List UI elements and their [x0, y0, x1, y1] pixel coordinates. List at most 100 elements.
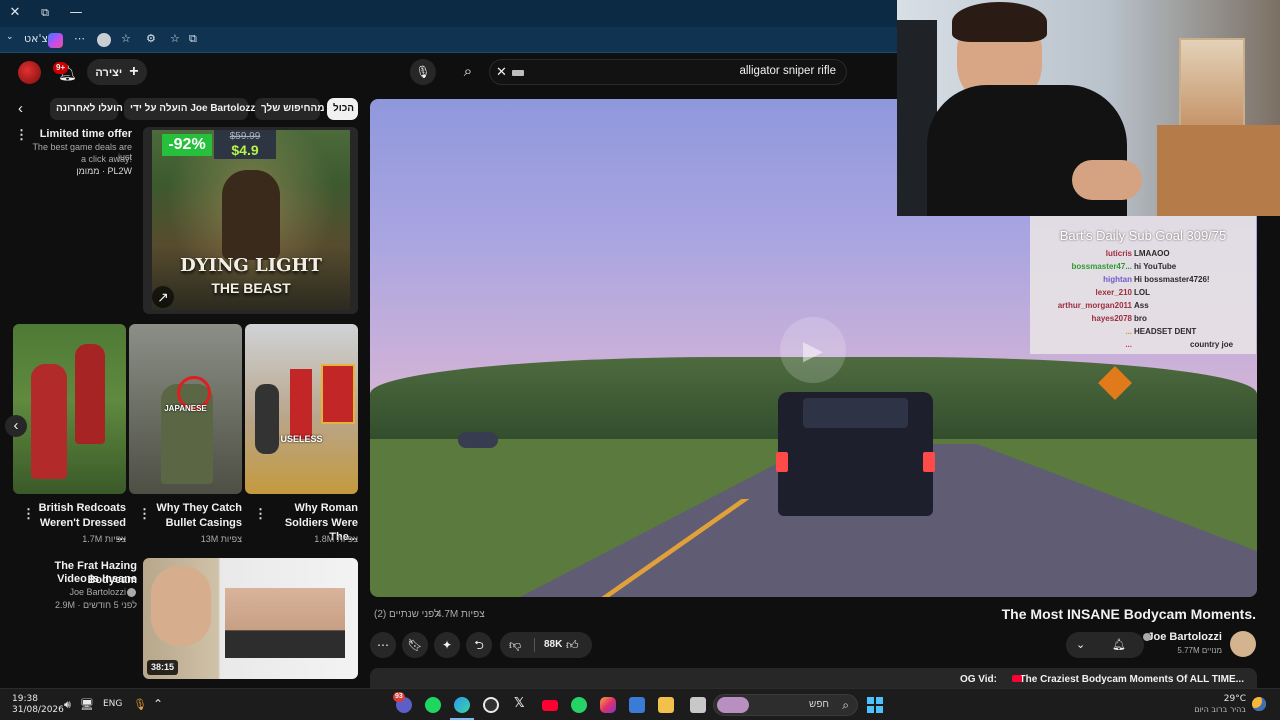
weather-description: בהיר ברוב היום [1194, 705, 1246, 714]
short-shield-shape [290, 369, 312, 439]
obs-icon[interactable] [483, 697, 499, 713]
related-channel[interactable]: Joe Bartolozzi [20, 587, 126, 597]
chat-text: LOL [1134, 288, 1150, 297]
chevron-up-icon[interactable]: ⌃ [153, 697, 163, 711]
search-icon[interactable]: ⌕ [452, 59, 484, 85]
ad-card[interactable]: DYING LIGHT THE BEAST -92% $59.99 $4.9 ↗ [143, 127, 358, 314]
more-icon[interactable]: ⋯ [74, 32, 85, 45]
search-field[interactable]: ✕ alligator sniper rifle [489, 59, 847, 85]
play-icon[interactable]: ▶ [780, 317, 846, 383]
related-meta: 2.9M · לפני 5 חודשים [54, 600, 137, 610]
description-link[interactable]: The Craziest Bodycam Moments Of ALL TIME… [1020, 674, 1244, 685]
keyboard-icon[interactable] [512, 70, 524, 76]
collections-icon[interactable]: ⧉ [189, 32, 197, 46]
discord-badge: 93 [393, 692, 405, 702]
file-explorer-icon[interactable] [658, 697, 674, 713]
short-thumbnail-redcoats[interactable] [13, 324, 126, 494]
spotify-icon[interactable] [425, 697, 441, 713]
related-thumbnail[interactable]: 38:15 [143, 558, 358, 679]
external-link-icon[interactable]: ↗ [152, 286, 174, 308]
start-tile [867, 706, 874, 713]
chat-text: Ass [1134, 301, 1149, 310]
chevron-down-icon[interactable]: ⌄ [6, 32, 14, 42]
whatsapp-icon[interactable] [571, 697, 587, 713]
short-menu-icon[interactable]: ⋮ [22, 507, 35, 520]
taskbar-date[interactable]: 31/08/2026 [12, 705, 64, 715]
video-upload-date: לפני שנתיים (2) [374, 609, 440, 620]
volume-icon[interactable]: 🔊︎ [64, 698, 71, 712]
ad-discount-badge: -92% [162, 134, 212, 156]
copilot-icon[interactable] [48, 33, 63, 48]
verified-icon [127, 588, 136, 597]
description-box[interactable]: The Craziest Bodycam Moments Of ALL TIME… [370, 668, 1257, 688]
share-button[interactable]: ⮌ [466, 632, 492, 658]
dislike-button[interactable]: 👎︎ [509, 632, 521, 658]
clear-search-icon[interactable]: ✕ [496, 64, 507, 80]
weather-temperature[interactable]: 29°C [1180, 694, 1246, 704]
related-title-line2[interactable]: Video Is Insane [20, 572, 137, 586]
ad-menu-icon[interactable]: ⋮ [15, 128, 28, 141]
short-title-line1[interactable]: Why Roman [262, 501, 358, 515]
streamer-webcam [897, 0, 1280, 216]
like-button[interactable]: 👍︎ [566, 632, 579, 658]
webcam-desk [1157, 125, 1280, 216]
taskbar-search-box[interactable]: חפש ⌕ [713, 694, 858, 716]
youtube-icon[interactable] [542, 700, 558, 711]
profile-avatar-icon[interactable] [97, 33, 111, 47]
short-menu-icon[interactable]: ⋮ [138, 507, 151, 520]
chat-message: hightan Hi bossmaster4726! [1030, 274, 1256, 285]
chat-profile-label[interactable]: צ'אט [24, 32, 48, 45]
chat-username: ... [1125, 327, 1132, 336]
save-button[interactable]: 🔖︎ [402, 632, 428, 658]
restore-window-button[interactable]: ⧉ [35, 4, 55, 22]
chip-uploaded-by-channel[interactable]: הועלה על ידי Joe Bartolozzi [124, 98, 258, 120]
short-title-line2[interactable]: Bullet Casings [146, 516, 242, 530]
windows-start-icon[interactable] [867, 697, 883, 713]
search-icon: ⌕ [842, 698, 849, 712]
chips-scroll-left-icon[interactable]: ‹ [18, 100, 23, 117]
task-view-icon[interactable] [690, 697, 706, 713]
chat-message: ... country joe [1030, 339, 1256, 350]
close-window-button[interactable]: ✕ [5, 4, 25, 22]
store-icon[interactable] [629, 697, 645, 713]
ask-ai-button[interactable]: ✦ [434, 632, 460, 658]
short-title-line1[interactable]: British Redcoats [30, 501, 126, 515]
chat-username: lexer_210 [1095, 288, 1132, 297]
add-favorite-icon[interactable]: ☆ [170, 32, 180, 45]
more-actions-button[interactable]: ⋯ [370, 632, 396, 658]
short-thumbnail-roman-soldiers[interactable]: USELESS [245, 324, 358, 494]
minimize-window-button[interactable]: — [66, 4, 86, 22]
channel-avatar[interactable] [1230, 631, 1256, 657]
extensions-icon[interactable]: ⚙ [146, 32, 156, 45]
chip-all[interactable]: הכול [327, 98, 358, 120]
edge-icon[interactable] [454, 697, 470, 713]
account-avatar[interactable] [18, 61, 41, 84]
browser-titlebar: ✕ ⧉ — [0, 0, 897, 27]
instagram-icon[interactable] [600, 697, 616, 713]
related-group-figure [225, 588, 345, 658]
x-icon[interactable]: 𝕏 [514, 696, 524, 711]
favorites-icon[interactable]: ☆ [121, 32, 131, 45]
related-face-figure [151, 566, 211, 646]
microphone-icon[interactable]: 🎙︎ [133, 698, 147, 711]
create-button[interactable]: יצירה + [87, 59, 147, 85]
chip-from-your-search[interactable]: מהחיפוש שלך [255, 98, 325, 120]
network-icon[interactable]: 🖥︎ [80, 698, 94, 711]
webcam-poster [1179, 38, 1245, 138]
microphone-icon[interactable]: 🎙︎ [410, 59, 436, 85]
search-input[interactable]: alligator sniper rifle [739, 65, 836, 77]
video-truck-taillight [923, 452, 935, 472]
short-thumbnail-bullet-casings[interactable]: JAPANESE [129, 324, 242, 494]
subscribed-button[interactable]: ⌄ 🔔︎ [1066, 632, 1144, 658]
chip-recently-uploaded[interactable]: הועלו לאחרונה [50, 98, 123, 120]
webcam-streamer-hair [952, 2, 1047, 42]
short-title-line1[interactable]: Why They Catch [146, 501, 242, 515]
taskbar-time[interactable]: 19:38 [12, 694, 38, 704]
short-menu-icon[interactable]: ⋮ [254, 507, 267, 520]
weather-icon[interactable] [1252, 697, 1266, 711]
shorts-scroll-left-icon[interactable]: ‹ [5, 415, 27, 437]
language-indicator[interactable]: ENG [103, 699, 122, 709]
ad-title[interactable]: Limited time offer [28, 127, 132, 141]
chat-sub-goal-title: Bart's Daily Sub Goal 309/75 [1059, 228, 1227, 243]
start-tile [876, 697, 883, 704]
